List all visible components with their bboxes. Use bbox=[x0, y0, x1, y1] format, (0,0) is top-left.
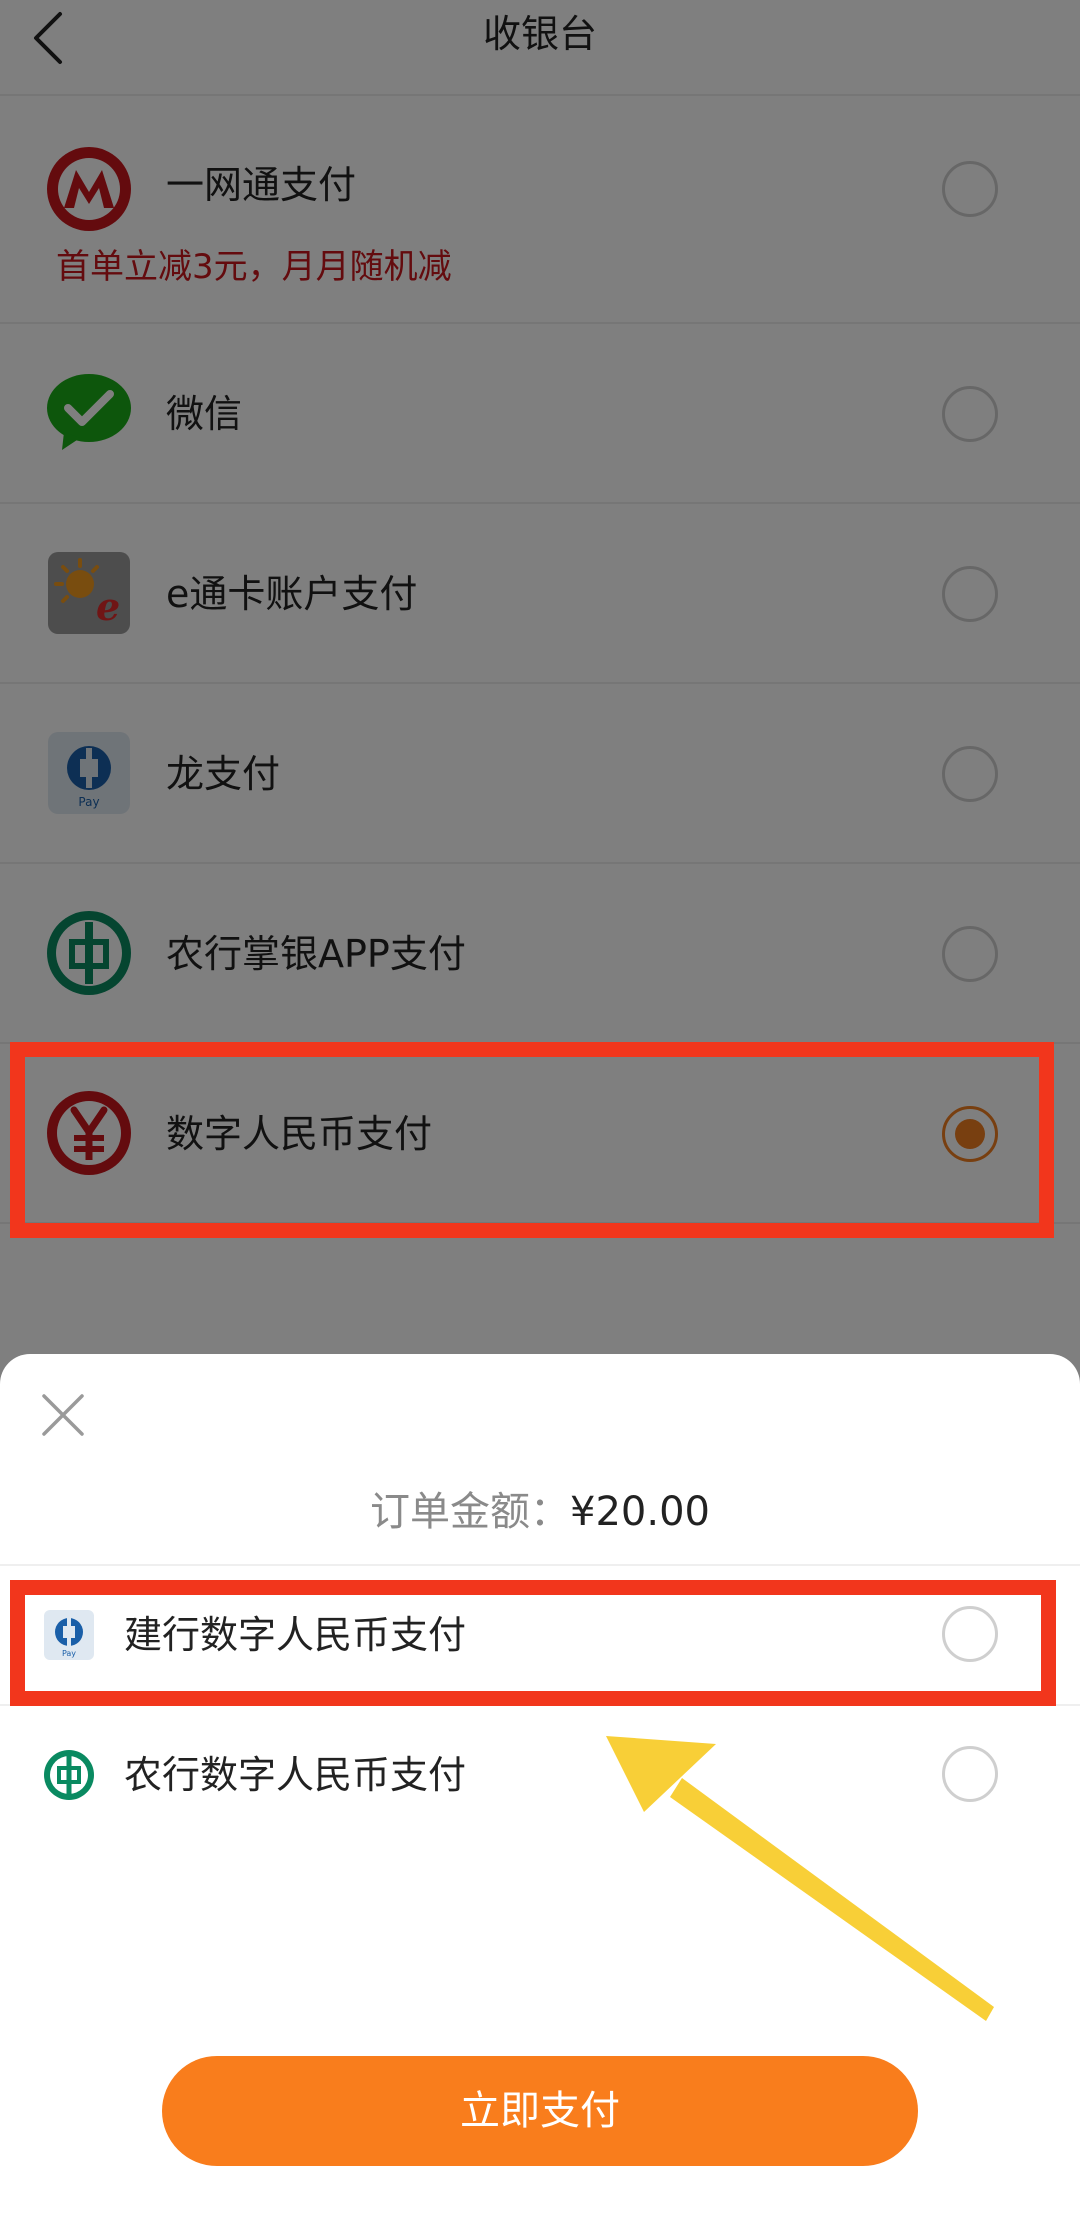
annotation-highlight-selected-method bbox=[10, 1042, 1054, 1238]
sub-option-abc-digital-rmb[interactable]: 农行数字人民币支付 bbox=[0, 1706, 1080, 1844]
radio-abc-digital-rmb[interactable] bbox=[942, 1746, 998, 1802]
close-icon bbox=[42, 1394, 84, 1436]
order-amount-label: 订单金额： bbox=[370, 1489, 571, 1535]
bottom-sheet: 订单金额：¥20.00 Pay 建行数字人民币支付 农行数字人民币支付 立即支付 bbox=[0, 1354, 1080, 2234]
order-amount-value: ¥20.00 bbox=[570, 1489, 710, 1535]
order-amount: 订单金额：¥20.00 bbox=[0, 1482, 1080, 1542]
abc-bank-logo-icon bbox=[42, 1748, 96, 1802]
annotation-highlight-ccb-option bbox=[10, 1580, 1056, 1706]
sub-option-label: 农行数字人民币支付 bbox=[124, 1753, 467, 1797]
close-button[interactable] bbox=[40, 1392, 86, 1438]
pay-now-button[interactable]: 立即支付 bbox=[162, 2056, 918, 2166]
